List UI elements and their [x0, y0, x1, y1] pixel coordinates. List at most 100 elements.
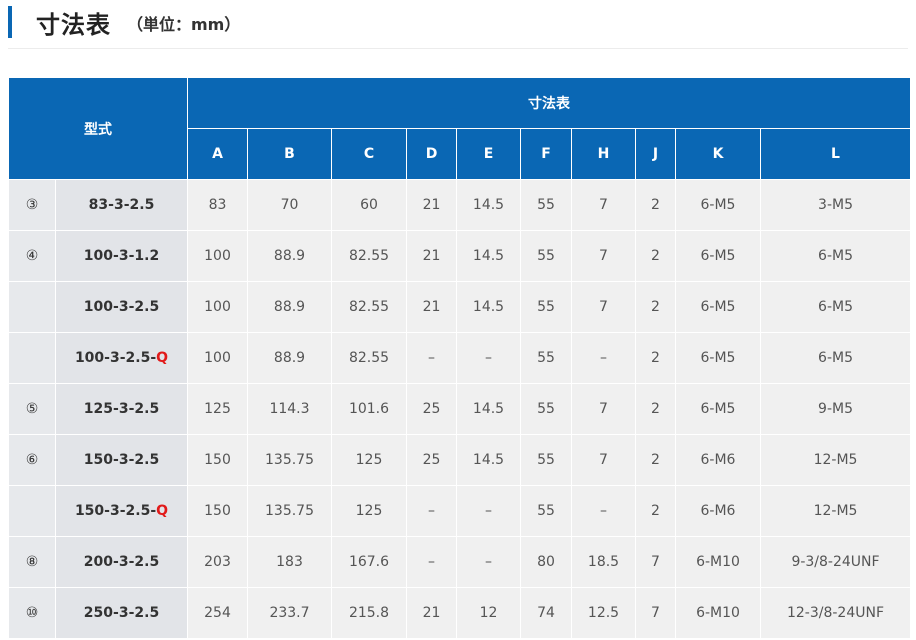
- table-row: ⑩ 250-3-2.5 254 233.7 215.8 21 12 74 12.5 7 6-M10 1…: [8, 587, 912, 639]
- cell-f: 55: [520, 179, 572, 231]
- cell-f: 55: [520, 230, 572, 282]
- model-name: 150-3-2.5-: [74, 503, 157, 519]
- cell-j: 2: [635, 332, 676, 384]
- cell-k: 6-M10: [675, 587, 761, 639]
- model-cell: 250-3-2.5: [55, 587, 188, 639]
- heading-divider: [8, 48, 908, 49]
- cell-k: 6-M5: [675, 383, 761, 435]
- cell-j: 2: [635, 281, 676, 333]
- cell-k: 6-M5: [675, 281, 761, 333]
- model-header: 型式: [8, 77, 188, 180]
- model-cell: 200-3-2.5: [55, 536, 188, 588]
- cell-a: 125: [187, 383, 248, 435]
- cell-e: 14.5: [456, 281, 521, 333]
- cell-k: 6-M5: [675, 332, 761, 384]
- cell-a: 254: [187, 587, 248, 639]
- table-row: 100-3-2.5-Q 100 88.9 82.55– –55–2 6-M5 6-M5: [8, 332, 912, 384]
- column-header-a: A: [187, 128, 248, 180]
- cell-d: –: [406, 485, 457, 537]
- cell-e: 14.5: [456, 383, 521, 435]
- cell-a: 83: [187, 179, 248, 231]
- cell-c: 215.8: [331, 587, 407, 639]
- page-heading: 寸法表 （単位：mm）: [8, 4, 240, 40]
- cell-k: 6-M6: [675, 485, 761, 537]
- cell-l: 9-3/8-24UNF: [759, 536, 912, 588]
- cell-k: 6-M6: [675, 434, 761, 486]
- cell-l: 6-M5: [759, 230, 912, 282]
- cell-e: 14.5: [456, 434, 521, 486]
- model-name: 100-3-2.5-: [74, 350, 157, 366]
- row-number: ⑤: [8, 383, 56, 435]
- cell-l: 9-M5: [759, 383, 912, 435]
- column-header-c: C: [331, 128, 407, 180]
- cell-f: 55: [520, 485, 572, 537]
- model-name: 250-3-2.5: [83, 605, 160, 621]
- cell-d: –: [406, 332, 457, 384]
- cell-c: 125: [331, 485, 407, 537]
- model-name: 83-3-2.5: [88, 197, 155, 213]
- unit-label: （単位：mm）: [127, 15, 241, 34]
- page-title: 寸法表: [36, 10, 111, 39]
- cell-l: 6-M5: [759, 332, 912, 384]
- cell-l: 12-3/8-24UNF: [759, 587, 912, 639]
- cell-f: 55: [520, 434, 572, 486]
- table-row: ③ 83-3-2.5 83 70 60 21 14.5 55 7 2 6-M5 3-M5: [8, 179, 912, 231]
- model-cell: 100-3-2.5-Q: [55, 332, 188, 384]
- model-name: 125-3-2.5: [83, 401, 160, 417]
- cell-f: 55: [520, 383, 572, 435]
- cell-j: 7: [635, 536, 676, 588]
- cell-h: 7: [571, 281, 636, 333]
- cell-a: 100: [187, 281, 248, 333]
- table-row: 100-3-2.5 100 88.9 82.55 21 14.5 55 7 2 6-M5 6-M5: [8, 281, 912, 333]
- cell-a: 203: [187, 536, 248, 588]
- cell-h: 12.5: [571, 587, 636, 639]
- model-cell: 150-3-2.5-Q: [55, 485, 188, 537]
- cell-b: 135.75: [247, 434, 332, 486]
- cell-e: 14.5: [456, 230, 521, 282]
- cell-b: 114.3: [247, 383, 332, 435]
- cell-b: 183: [247, 536, 332, 588]
- cell-j: 2: [635, 434, 676, 486]
- cell-a: 150: [187, 434, 248, 486]
- cell-d: –: [406, 536, 457, 588]
- column-header-f: F: [520, 128, 572, 180]
- cell-f: 74: [520, 587, 572, 639]
- column-header-e: E: [456, 128, 521, 180]
- cell-a: 100: [187, 332, 248, 384]
- cell-l: 3-M5: [759, 179, 912, 231]
- cell-e: 12: [456, 587, 521, 639]
- cell-e: 14.5: [456, 179, 521, 231]
- model-suffix: Q: [156, 503, 169, 519]
- model-cell: 125-3-2.5: [55, 383, 188, 435]
- cell-j: 2: [635, 383, 676, 435]
- column-header-k: K: [675, 128, 761, 180]
- cell-c: 167.6: [331, 536, 407, 588]
- cell-a: 100: [187, 230, 248, 282]
- column-header-b: B: [247, 128, 332, 180]
- cell-h: 18.5: [571, 536, 636, 588]
- cell-l: 12-M5: [759, 485, 912, 537]
- cell-j: 7: [635, 587, 676, 639]
- cell-h: 7: [571, 179, 636, 231]
- row-number: [8, 332, 56, 384]
- cell-d: 21: [406, 230, 457, 282]
- cell-b: 88.9: [247, 281, 332, 333]
- cell-b: 88.9: [247, 332, 332, 384]
- cell-c: 60: [331, 179, 407, 231]
- cell-c: 82.55: [331, 332, 407, 384]
- model-name: 100-3-2.5: [83, 299, 160, 315]
- cell-c: 101.6: [331, 383, 407, 435]
- cell-b: 135.75: [247, 485, 332, 537]
- cell-c: 125: [331, 434, 407, 486]
- cell-k: 6-M5: [675, 230, 761, 282]
- column-header-h: H: [571, 128, 636, 180]
- cell-k: 6-M10: [675, 536, 761, 588]
- cell-c: 82.55: [331, 230, 407, 282]
- cell-b: 70: [247, 179, 332, 231]
- model-cell: 150-3-2.5: [55, 434, 188, 486]
- row-number: ③: [8, 179, 56, 231]
- cell-e: –: [456, 536, 521, 588]
- table-row: ⑧ 200-3-2.5 203 183 167.6– –80 18.5 7 6-M10 9-3/8…: [8, 536, 912, 588]
- cell-d: 21: [406, 281, 457, 333]
- row-number: ⑥: [8, 434, 56, 486]
